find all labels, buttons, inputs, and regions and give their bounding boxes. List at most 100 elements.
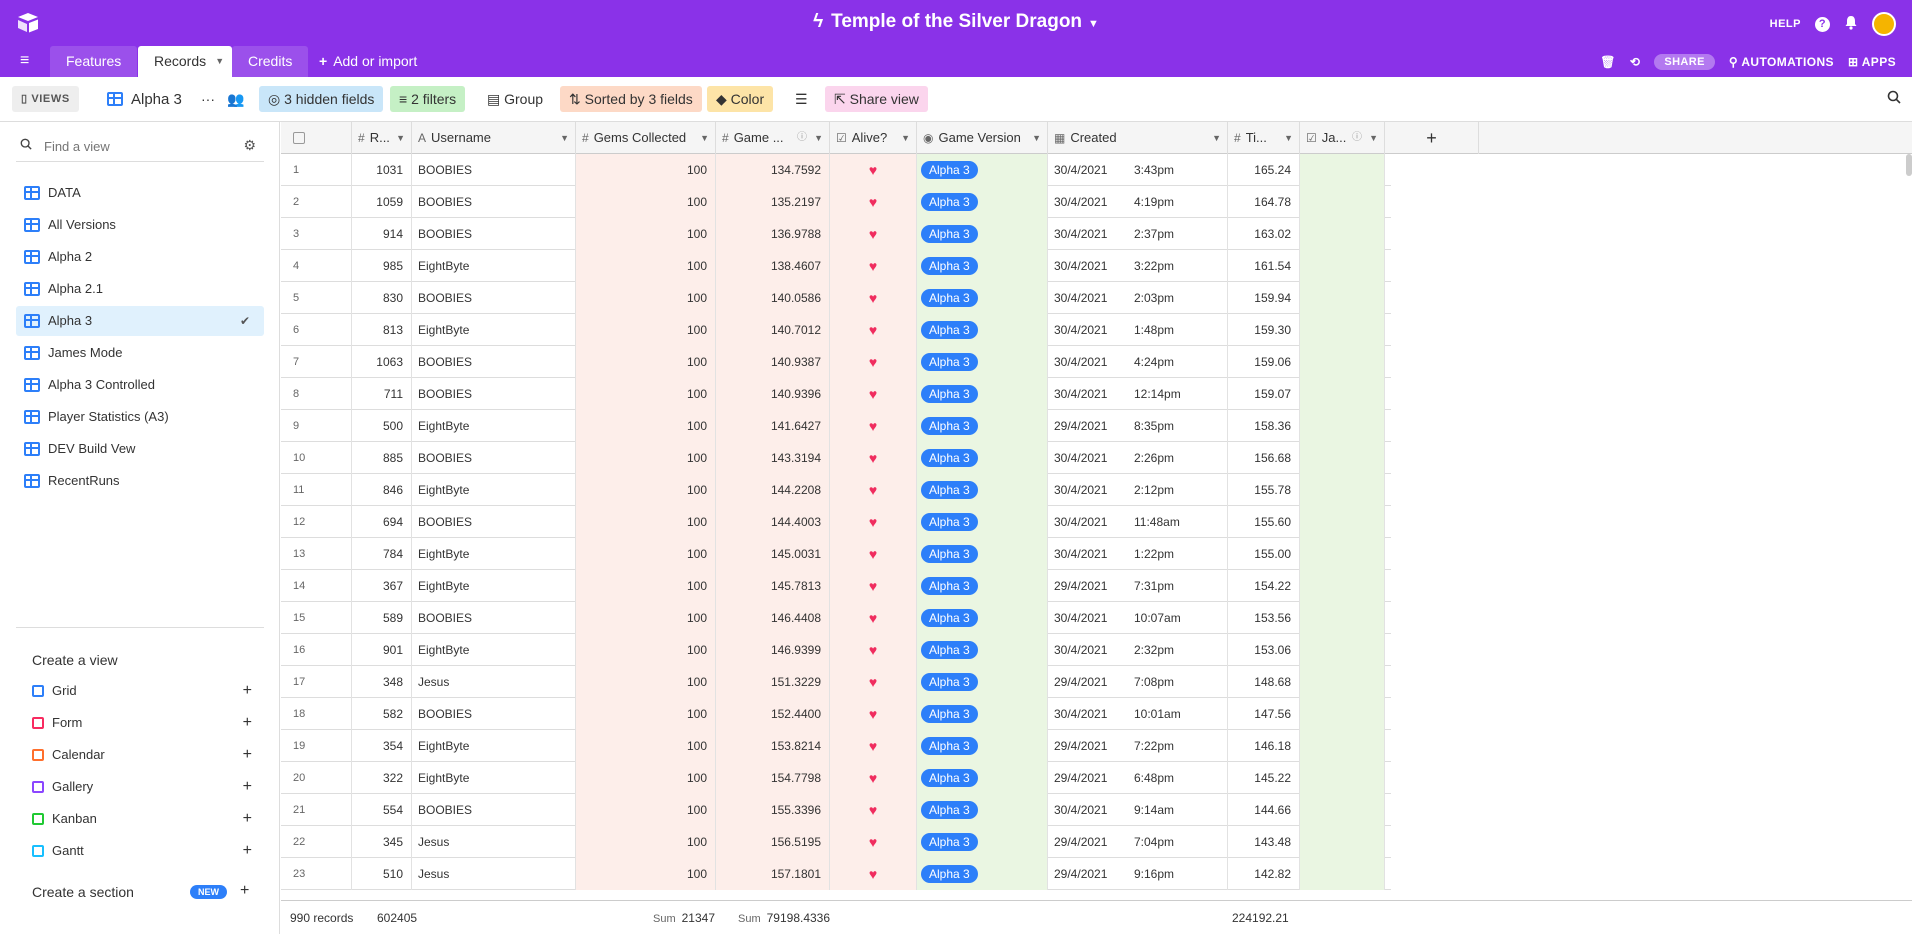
cell-game-version[interactable]: Alpha 3: [917, 314, 1048, 346]
help-link[interactable]: HELP: [1770, 18, 1801, 30]
cell-records[interactable]: 1031: [352, 154, 412, 186]
sidebar-view-item[interactable]: Alpha 3 Controlled: [16, 370, 264, 400]
collaborators-icon[interactable]: 👥: [218, 86, 253, 112]
cell-records[interactable]: 322: [352, 762, 412, 794]
cell-username[interactable]: EightByte: [412, 762, 576, 794]
cell-game-version[interactable]: Alpha 3: [917, 442, 1048, 474]
heart-icon[interactable]: ♥: [830, 698, 917, 730]
cell-game-version[interactable]: Alpha 3: [917, 730, 1048, 762]
cell-game-time[interactable]: 140.9396: [716, 378, 830, 410]
cell-records[interactable]: 885: [352, 442, 412, 474]
cell-gems[interactable]: 100: [576, 250, 716, 282]
cell-created[interactable]: 29/4/2021 7:08pm: [1048, 666, 1228, 698]
cell-game-time[interactable]: 145.0031: [716, 538, 830, 570]
cell-game-version[interactable]: Alpha 3: [917, 698, 1048, 730]
cell-username[interactable]: EightByte: [412, 474, 576, 506]
heart-icon[interactable]: ♥: [830, 730, 917, 762]
cell-time[interactable]: 155.78: [1228, 474, 1300, 506]
row-height-icon[interactable]: ☰: [786, 86, 817, 112]
cell-ja[interactable]: [1300, 506, 1385, 538]
table-row[interactable]: 15 589 BOOBIES 100 146.4408 ♥ Alpha 3 30/4/2021…: [281, 602, 1391, 634]
cell-gems[interactable]: 100: [576, 602, 716, 634]
cell-game-version[interactable]: Alpha 3: [917, 570, 1048, 602]
game-time-sum[interactable]: Sum 79198.4336: [738, 901, 830, 934]
cell-ja[interactable]: [1300, 634, 1385, 666]
create-section-plus-icon[interactable]: +: [240, 882, 249, 900]
cell-gems[interactable]: 100: [576, 858, 716, 890]
plus-icon[interactable]: +: [243, 708, 252, 738]
cell-time[interactable]: 155.00: [1228, 538, 1300, 570]
gear-icon[interactable]: ⚙: [243, 137, 256, 154]
plus-icon[interactable]: +: [243, 836, 252, 866]
cell-ja[interactable]: [1300, 858, 1385, 890]
sidebar-view-item[interactable]: All Versions: [16, 210, 264, 240]
cell-created[interactable]: 30/4/2021 1:48pm: [1048, 314, 1228, 346]
table-row[interactable]: 18 582 BOOBIES 100 152.4400 ♥ Alpha 3 30/4/2021…: [281, 698, 1391, 730]
cell-created[interactable]: 30/4/2021 11:48am: [1048, 506, 1228, 538]
cell-time[interactable]: 142.82: [1228, 858, 1300, 890]
cell-game-time[interactable]: 143.3194: [716, 442, 830, 474]
share-view-button[interactable]: ⇱ Share view: [825, 86, 928, 112]
cell-username[interactable]: BOOBIES: [412, 186, 576, 218]
cell-game-version[interactable]: Alpha 3: [917, 538, 1048, 570]
sidebar-view-item[interactable]: DATA: [16, 178, 264, 208]
cell-time[interactable]: 159.07: [1228, 378, 1300, 410]
tab-features[interactable]: Features: [50, 46, 138, 77]
heart-icon[interactable]: ♥: [830, 410, 917, 442]
create-view-item[interactable]: Grid +: [32, 676, 256, 706]
cell-game-version[interactable]: Alpha 3: [917, 378, 1048, 410]
sort-button[interactable]: ⇅ Sorted by 3 fields: [560, 86, 702, 112]
views-toggle-button[interactable]: ▯ VIEWS: [12, 86, 79, 112]
cell-ja[interactable]: [1300, 730, 1385, 762]
table-row[interactable]: 1 1031 BOOBIES 100 134.7592 ♥ Alpha 3 30/4/2021…: [281, 154, 1391, 186]
sidebar-view-item[interactable]: James Mode: [16, 338, 264, 368]
cell-username[interactable]: BOOBIES: [412, 218, 576, 250]
cell-gems[interactable]: 100: [576, 666, 716, 698]
table-row[interactable]: 23 510 Jesus 100 157.1801 ♥ Alpha 3 29/4/2021 9:…: [281, 858, 1391, 890]
cell-created[interactable]: 30/4/2021 3:22pm: [1048, 250, 1228, 282]
cell-username[interactable]: Jesus: [412, 826, 576, 858]
cell-game-version[interactable]: Alpha 3: [917, 762, 1048, 794]
cell-ja[interactable]: [1300, 282, 1385, 314]
cell-username[interactable]: BOOBIES: [412, 794, 576, 826]
tab-records[interactable]: Records ▼: [138, 46, 233, 77]
heart-icon[interactable]: ♥: [830, 154, 917, 186]
table-row[interactable]: 22 345 Jesus 100 156.5195 ♥ Alpha 3 29/4/2021 7:…: [281, 826, 1391, 858]
cell-gems[interactable]: 100: [576, 410, 716, 442]
column-header-records[interactable]: # R... ▼: [352, 122, 412, 154]
heart-icon[interactable]: ♥: [830, 602, 917, 634]
cell-gems[interactable]: 100: [576, 282, 716, 314]
cell-game-version[interactable]: Alpha 3: [917, 282, 1048, 314]
cell-game-time[interactable]: 151.3229: [716, 666, 830, 698]
cell-ja[interactable]: [1300, 378, 1385, 410]
cell-records[interactable]: 582: [352, 698, 412, 730]
cell-game-time[interactable]: 140.0586: [716, 282, 830, 314]
cell-created[interactable]: 29/4/2021 8:35pm: [1048, 410, 1228, 442]
trash-icon[interactable]: 🗑: [1600, 55, 1616, 69]
cell-username[interactable]: EightByte: [412, 410, 576, 442]
cell-time[interactable]: 144.66: [1228, 794, 1300, 826]
cell-gems[interactable]: 100: [576, 730, 716, 762]
color-button[interactable]: ◆ Color: [707, 86, 774, 112]
cell-game-time[interactable]: 136.9788: [716, 218, 830, 250]
sidebar-view-item[interactable]: Alpha 3 ✔: [16, 306, 264, 336]
sidebar-view-item[interactable]: Player Statistics (A3): [16, 402, 264, 432]
table-row[interactable]: 13 784 EightByte 100 145.0031 ♥ Alpha 3 30/4/20…: [281, 538, 1391, 570]
create-view-item[interactable]: Form +: [32, 708, 256, 738]
cell-game-time[interactable]: 138.4607: [716, 250, 830, 282]
group-button[interactable]: ▤ Group: [478, 86, 552, 112]
create-view-item[interactable]: Calendar +: [32, 740, 256, 770]
plus-icon[interactable]: +: [243, 740, 252, 770]
cell-created[interactable]: 30/4/2021 10:07am: [1048, 602, 1228, 634]
chevron-down-icon[interactable]: ▼: [215, 46, 224, 77]
cell-created[interactable]: 30/4/2021 4:19pm: [1048, 186, 1228, 218]
sidebar-view-item[interactable]: RecentRuns: [16, 466, 264, 496]
cell-game-time[interactable]: 141.6427: [716, 410, 830, 442]
cell-records[interactable]: 1059: [352, 186, 412, 218]
add-field-button[interactable]: +: [1385, 122, 1479, 154]
cell-time[interactable]: 158.36: [1228, 410, 1300, 442]
table-row[interactable]: 6 813 EightByte 100 140.7012 ♥ Alpha 3 30/4/202…: [281, 314, 1391, 346]
help-icon[interactable]: ?: [1815, 16, 1830, 32]
heart-icon[interactable]: ♥: [830, 186, 917, 218]
cell-created[interactable]: 30/4/2021 4:24pm: [1048, 346, 1228, 378]
